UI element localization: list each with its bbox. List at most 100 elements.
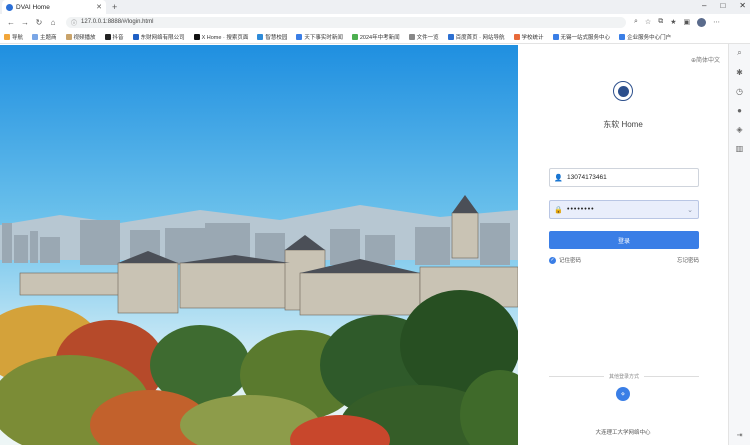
divider-line <box>549 376 604 377</box>
bookmark-icon <box>619 33 626 40</box>
bookmark-item[interactable]: 学校统计 <box>513 33 544 41</box>
footer-text: 大连理工大学网络中心 <box>595 430 651 436</box>
bookmark-item[interactable]: 百度首页 · 网站导航 <box>447 33 505 41</box>
bookmark-icon <box>552 33 559 40</box>
zoom-icon[interactable]: ⌕ <box>634 18 638 26</box>
address-bar-row: ← → ↻ ⌂ ⓘ 127.0.0.1:8888/#/login.html ⌕ … <box>0 14 750 30</box>
window-controls: – □ ✕ <box>702 1 746 10</box>
bookmark-label: 东财网络有限公司 <box>140 34 185 41</box>
search-icon[interactable]: ⌕ <box>737 48 741 58</box>
bookmark-label: 学校统计 <box>521 34 544 41</box>
divider-line <box>644 376 700 377</box>
logo-emblem <box>617 85 629 97</box>
close-tab-icon[interactable]: ✕ <box>96 3 102 11</box>
bookmark-label: 无锡一站式服务中心 <box>560 34 611 41</box>
bookmark-label: 智慧校园 <box>265 34 288 41</box>
bookmark-icon <box>132 33 139 40</box>
browser-side-panel: ⌕ ✱ ◷ ● ◈ ▥ ⇥ <box>728 44 750 445</box>
office-icon[interactable]: ▥ <box>736 144 744 153</box>
bookmark-label: 百度首页 · 网站导航 <box>455 34 505 41</box>
other-login-divider: 其他登录方式 <box>549 373 700 380</box>
bookmark-item[interactable]: 抖音 <box>104 33 124 41</box>
games-icon[interactable]: ◈ <box>736 125 742 134</box>
info-icon[interactable]: ⓘ <box>71 18 77 27</box>
bookmark-icon <box>193 33 200 40</box>
url-field[interactable]: ⓘ 127.0.0.1:8888/#/login.html <box>66 16 626 28</box>
bookmark-icon <box>257 33 264 40</box>
tools-icon[interactable]: ✱ <box>736 68 743 77</box>
bookmark-label: 文件一览 <box>416 34 439 41</box>
profile-avatar[interactable] <box>697 17 707 27</box>
tab-title: DVAI Home <box>16 3 50 11</box>
bookmark-label: X Home · 搜索页面 <box>201 34 249 41</box>
login-title: 东软 Home <box>603 120 643 129</box>
new-tab-icon[interactable]: + <box>112 0 117 14</box>
chevron-down-icon[interactable]: ⌄ <box>687 206 693 214</box>
university-logo <box>613 81 633 101</box>
back-icon[interactable]: ← <box>4 18 18 27</box>
bookmark-icon <box>104 33 111 40</box>
bookmark-icon <box>32 33 39 40</box>
bookmark-item[interactable]: 文件一览 <box>408 33 439 41</box>
lock-icon: 🔒 <box>554 206 563 214</box>
forgot-password-link[interactable]: 忘记密码 <box>677 256 699 264</box>
url-text: 127.0.0.1:8888/#/login.html <box>81 19 154 25</box>
minimize-icon[interactable]: – <box>702 1 706 10</box>
browser-tab[interactable]: DVAI Home ✕ <box>2 0 106 14</box>
bookmark-item[interactable]: 视频播放 <box>65 33 96 41</box>
bookmark-icon <box>296 33 303 40</box>
bookmark-label: 企业服务中心门户 <box>627 34 672 41</box>
alternative-login-icon[interactable]: ⋄ <box>616 387 630 401</box>
bookmark-label: 导航 <box>12 34 24 41</box>
remember-password-checkbox[interactable]: ✓ 记住密码 <box>549 256 581 264</box>
collections-icon[interactable]: ▣ <box>683 18 690 26</box>
reload-icon[interactable]: ↻ <box>32 18 46 27</box>
forward-icon[interactable]: → <box>18 18 32 27</box>
bookmark-label: 抖音 <box>112 34 124 41</box>
login-button[interactable]: 登录 <box>549 231 699 249</box>
favorites-icon[interactable]: ★ <box>670 18 676 26</box>
expand-panel-icon[interactable]: ⇥ <box>737 431 743 439</box>
bookmark-icon <box>65 33 72 40</box>
favorite-star-icon[interactable]: ☆ <box>645 18 651 26</box>
history-icon[interactable]: ◷ <box>736 87 743 96</box>
bookmark-item[interactable]: 企业服务中心门户 <box>619 33 671 41</box>
bookmark-icon <box>351 33 358 40</box>
checkmark-icon: ✓ <box>549 256 556 264</box>
bookmark-item[interactable]: 导航 <box>4 33 23 41</box>
bookmark-icon <box>408 33 415 40</box>
bookmarks-bar: 导航 主题商 视频播放 抖音 东财网络有限公司 X Home · 搜索页面 智慧校园 天下事实… <box>0 30 750 44</box>
bookmark-item[interactable]: 主题商 <box>32 33 57 41</box>
bookmark-icon <box>4 33 10 40</box>
tab-favicon-icon <box>6 3 13 11</box>
login-panel: ⊕简体中文 东软 Home 👤 13074173461 🔒 •••••••• ⌄… <box>518 45 728 445</box>
username-value: 13074173461 <box>567 174 607 181</box>
password-value: •••••••• <box>567 206 595 213</box>
split-screen-icon[interactable]: ⧉ <box>658 18 663 26</box>
close-window-icon[interactable]: ✕ <box>739 1 746 10</box>
campus-background-image <box>0 45 518 445</box>
bookmark-icon <box>513 33 520 40</box>
maximize-icon[interactable]: □ <box>720 1 725 10</box>
user-icon: 👤 <box>554 174 563 182</box>
toolbar-icons: ⌕ ☆ ⧉ ★ ▣ ⋯ <box>634 17 720 27</box>
bookmark-label: 天下事实时新闻 <box>304 34 343 41</box>
remember-label: 记住密码 <box>559 258 582 264</box>
password-field[interactable]: 🔒 •••••••• ⌄ <box>549 200 699 219</box>
language-switcher[interactable]: ⊕简体中文 <box>691 55 720 64</box>
bookmark-icon <box>447 33 454 40</box>
other-login-label: 其他登录方式 <box>609 374 640 380</box>
username-field[interactable]: 👤 13074173461 <box>549 168 699 187</box>
copilot-icon[interactable]: ● <box>737 106 742 115</box>
home-icon[interactable]: ⌂ <box>46 18 60 27</box>
bookmark-item[interactable]: X Home · 搜索页面 <box>193 33 249 41</box>
tab-bar: DVAI Home ✕ + – □ ✕ <box>0 0 750 14</box>
bookmark-item[interactable]: 智慧校园 <box>257 33 287 41</box>
bookmark-label: 视频播放 <box>73 34 96 41</box>
bookmark-item[interactable]: 无锡一站式服务中心 <box>552 33 611 41</box>
bookmark-item[interactable]: 天下事实时新闻 <box>296 33 343 41</box>
more-menu-icon[interactable]: ⋯ <box>713 18 720 26</box>
bookmark-label: 主题商 <box>40 34 57 41</box>
bookmark-item[interactable]: 东财网络有限公司 <box>132 33 185 41</box>
bookmark-item[interactable]: 2024年中考新闻 <box>351 33 400 41</box>
